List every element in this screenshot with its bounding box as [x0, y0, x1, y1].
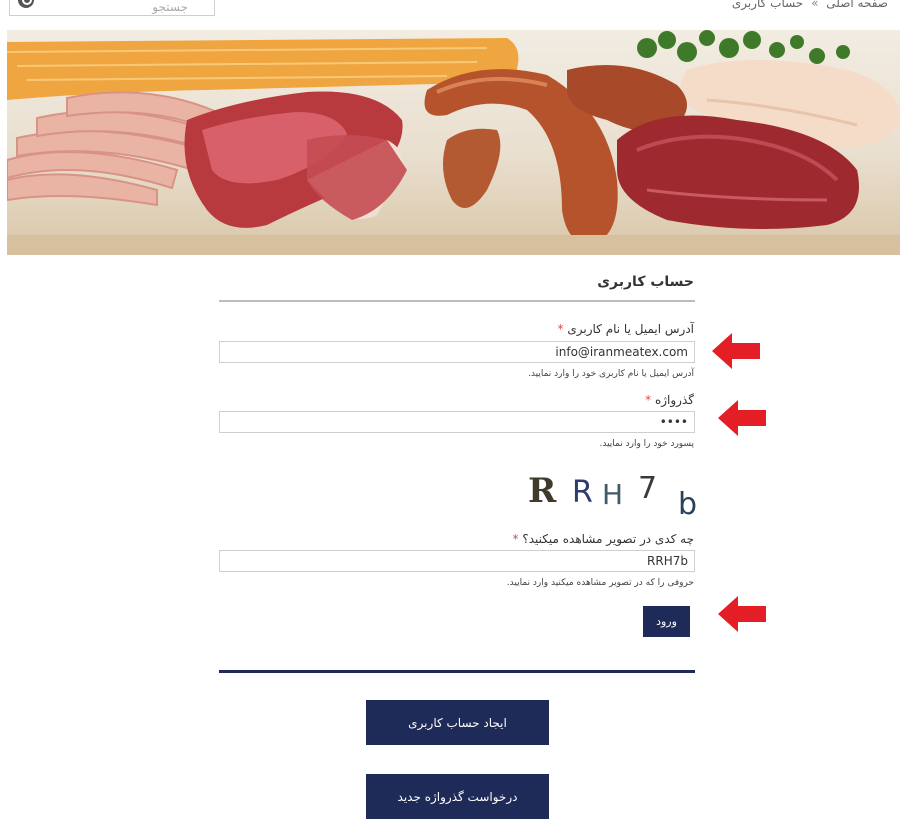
captcha-char: 7: [638, 471, 657, 506]
page-title: حساب کاربری: [597, 274, 694, 290]
breadcrumb-current: حساب کاربری: [731, 0, 804, 10]
required-marker: *: [512, 532, 519, 546]
red-arrow-icon: [718, 596, 766, 632]
captcha-label: چه کدی در تصویر مشاهده میکنید؟ *: [513, 532, 695, 546]
password-hint: پسورد خود را وارد نمایید.: [599, 439, 694, 449]
captcha-char: R: [528, 471, 557, 511]
required-marker: *: [645, 393, 652, 407]
captcha-label-text: چه کدی در تصویر مشاهده میکنید؟: [522, 532, 694, 546]
create-account-button[interactable]: ایجاد حساب کاربری: [366, 700, 549, 745]
title-divider: [219, 300, 695, 302]
email-label-text: آدرس ایمیل یا نام کاربری: [567, 322, 694, 336]
hero-banner-image: [7, 30, 900, 255]
password-label-text: گذرواژه: [654, 393, 694, 407]
captcha-char: R: [572, 475, 593, 510]
section-divider: [219, 670, 695, 673]
red-arrow-icon: [718, 400, 766, 436]
captcha-char: b: [678, 487, 697, 518]
breadcrumb: صفحه اصلی » حساب کاربری: [732, 0, 888, 10]
email-hint: آدرس ایمیل یا نام کاربری خود را وارد نما…: [528, 369, 694, 379]
breadcrumb-home[interactable]: صفحه اصلی: [826, 0, 888, 10]
login-button[interactable]: ورود: [643, 606, 690, 637]
password-field[interactable]: [219, 411, 695, 433]
password-label: گذرواژه *: [645, 393, 694, 407]
captcha-field[interactable]: [219, 550, 695, 572]
breadcrumb-separator: »: [811, 0, 819, 10]
captcha-char: H: [602, 478, 623, 511]
search-input[interactable]: [36, 0, 190, 15]
search-box[interactable]: [9, 0, 215, 16]
email-field[interactable]: [219, 341, 695, 363]
required-marker: *: [557, 322, 564, 336]
reset-password-button[interactable]: درخواست گذرواژه جدید: [366, 774, 549, 819]
search-icon[interactable]: [18, 0, 34, 8]
email-label: آدرس ایمیل یا نام کاربری *: [558, 322, 694, 336]
captcha-image: R R H 7 b: [528, 471, 697, 518]
top-bar: صفحه اصلی » حساب کاربری: [0, 0, 900, 24]
red-arrow-icon: [712, 333, 760, 369]
captcha-hint: حروفی را که در تصویر مشاهده میکنید وارد …: [506, 578, 694, 588]
